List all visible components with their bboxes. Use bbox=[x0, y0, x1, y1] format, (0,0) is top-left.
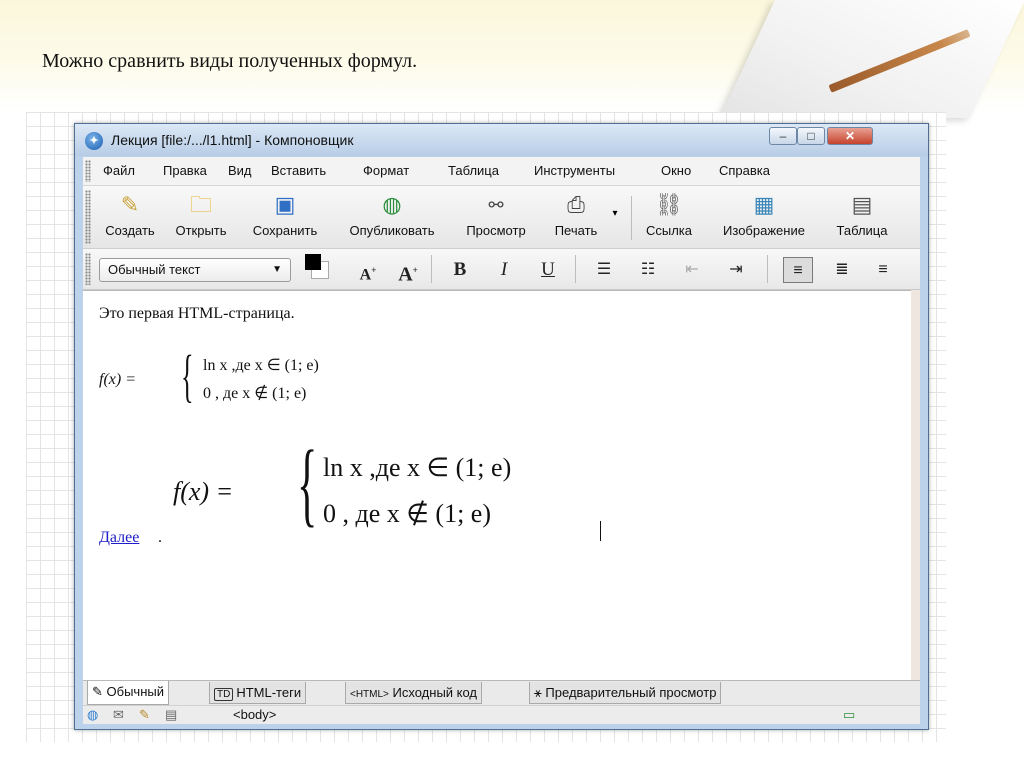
chevron-down-icon: ▼ bbox=[272, 264, 282, 275]
client-area: Файл Правка Вид Вставить Формат Таблица … bbox=[83, 157, 920, 724]
formula-case-1: ln x ,де x ∈ (1; e) bbox=[323, 453, 512, 482]
italic-button[interactable]: I bbox=[489, 257, 519, 283]
menu-table[interactable]: Таблица bbox=[448, 163, 499, 178]
formula-lhs: f(x) = bbox=[99, 371, 136, 388]
text-color-swatch[interactable] bbox=[305, 254, 321, 270]
tab-preview[interactable]: ⚹ Предварительный просмотр bbox=[529, 682, 722, 704]
format-separator bbox=[767, 255, 768, 283]
underline-button[interactable]: U bbox=[533, 257, 563, 283]
formula-case-1: ln x ,де x ∈ (1; e) bbox=[203, 357, 319, 374]
brace-icon: { bbox=[181, 343, 194, 408]
menubar-grip-icon[interactable] bbox=[85, 160, 91, 182]
save-button[interactable]: ▣ Сохранить bbox=[239, 190, 331, 246]
menu-format[interactable]: Формат bbox=[363, 163, 409, 178]
tab-normal[interactable]: ✎ Обычный bbox=[87, 681, 169, 705]
format-separator bbox=[575, 255, 576, 283]
tag-path[interactable]: <body> bbox=[233, 707, 276, 723]
open-button[interactable]: 🗀 Открыть bbox=[165, 190, 237, 246]
minimize-button[interactable]: – bbox=[769, 127, 797, 145]
formula-small: f(x) = { ln x ,де x ∈ (1; e) 0 , де x ∉ … bbox=[99, 343, 439, 419]
format-grip-icon[interactable] bbox=[85, 253, 91, 285]
formula-lhs: f(x) = bbox=[173, 477, 234, 506]
save-icon: ▣ bbox=[274, 192, 296, 217]
indent-icon[interactable]: ⇥ bbox=[721, 257, 751, 283]
formula-large: f(x) = { ln x ,де x ∈ (1; e) 0 , де x ∉ … bbox=[173, 437, 633, 551]
preview-button[interactable]: ⚯ Просмотр bbox=[453, 190, 539, 246]
tab-html-tags[interactable]: TD HTML-теги bbox=[209, 682, 307, 704]
menu-view[interactable]: Вид bbox=[228, 163, 252, 178]
folder-icon: 🗀 bbox=[189, 192, 212, 217]
bold-button[interactable]: B bbox=[445, 257, 475, 283]
html-tag-icon: <HTML> bbox=[350, 689, 389, 700]
image-button[interactable]: ▦ Изображение bbox=[703, 190, 825, 246]
next-link[interactable]: Далее bbox=[99, 529, 139, 547]
link-button[interactable]: ⛓ Ссылка bbox=[636, 190, 702, 246]
pencil-icon: ✎ bbox=[92, 684, 107, 699]
title-bar[interactable]: ✦ Лекция [file:/.../l1.html] - Компоновщ… bbox=[75, 124, 928, 156]
format-toolbar: Обычный текст ▼ A+ A+ B I U ☰ ☷ ⇤ ⇥ ≡ ≣ … bbox=[83, 249, 920, 290]
address-book-icon[interactable]: ▤ bbox=[165, 707, 177, 723]
align-right-icon[interactable]: ≡ bbox=[873, 257, 893, 283]
numbered-list-icon[interactable]: ☷ bbox=[633, 257, 663, 283]
printer-icon: ⎙ bbox=[567, 192, 585, 217]
td-tag-icon: TD bbox=[214, 688, 234, 701]
text-caret bbox=[600, 521, 601, 541]
vertical-scrollbar[interactable] bbox=[911, 290, 920, 680]
window-title: Лекция [file:/.../l1.html] - Компоновщик bbox=[111, 132, 354, 148]
toolbar-grip-icon[interactable] bbox=[85, 190, 91, 244]
table-icon: ▤ bbox=[851, 192, 873, 217]
menu-window[interactable]: Окно bbox=[661, 163, 691, 178]
brace-icon: { bbox=[297, 432, 318, 536]
menu-tools[interactable]: Инструменты bbox=[534, 163, 615, 178]
decrease-font-size-button[interactable]: A+ bbox=[353, 257, 383, 283]
preview-icon: ⚹ bbox=[534, 685, 546, 700]
mail-icon[interactable]: ✉ bbox=[113, 707, 124, 723]
new-button[interactable]: ✎ Создать bbox=[97, 190, 163, 246]
composition-toolbar: ✎ Создать 🗀 Открыть ▣ Сохранить ◍ Опубли… bbox=[83, 186, 920, 249]
maximize-button[interactable]: □ bbox=[797, 127, 825, 145]
align-center-icon[interactable]: ≣ bbox=[827, 257, 857, 283]
menu-file[interactable]: Файл bbox=[103, 163, 135, 178]
menu-edit[interactable]: Правка bbox=[163, 163, 207, 178]
slide-title: Можно сравнить виды полученных формул. bbox=[42, 50, 418, 72]
toolbar-separator bbox=[631, 196, 632, 240]
document-intro: Это первая HTML-страница. bbox=[99, 305, 295, 322]
image-icon: ▦ bbox=[753, 192, 775, 217]
print-button[interactable]: ⎙ Печать bbox=[543, 190, 609, 246]
publish-globe-icon: ◍ bbox=[382, 192, 402, 217]
edit-mode-tabs: ✎ Обычный TD HTML-теги <HTML> Исходный ко… bbox=[83, 680, 920, 705]
close-button[interactable]: ✕ bbox=[827, 127, 873, 145]
publish-button[interactable]: ◍ Опубликовать bbox=[333, 190, 451, 246]
outdent-icon[interactable]: ⇤ bbox=[677, 257, 707, 283]
formula-case-2: 0 , де x ∉ (1; e) bbox=[203, 385, 307, 402]
format-separator bbox=[431, 255, 432, 283]
menu-bar: Файл Правка Вид Вставить Формат Таблица … bbox=[83, 157, 920, 186]
app-logo-icon: ✦ bbox=[85, 132, 103, 150]
editor-area[interactable]: Это первая HTML-страница. f(x) = { ln x … bbox=[83, 290, 911, 681]
composer-icon[interactable]: ✎ bbox=[139, 707, 150, 723]
globe-icon[interactable]: ◍ bbox=[87, 707, 98, 723]
status-bar: ◍ ✉ ✎ ▤ <body> ▭ bbox=[83, 705, 920, 724]
paragraph-style-select[interactable]: Обычный текст ▼ bbox=[99, 258, 291, 282]
table-button[interactable]: ▤ Таблица bbox=[827, 190, 897, 246]
composer-window: ✦ Лекция [file:/.../l1.html] - Компоновщ… bbox=[74, 123, 929, 730]
menu-help[interactable]: Справка bbox=[719, 163, 770, 178]
bullet-list-icon[interactable]: ☰ bbox=[589, 257, 619, 283]
online-status-icon[interactable]: ▭ bbox=[843, 707, 855, 723]
align-left-icon[interactable]: ≡ bbox=[783, 257, 813, 283]
link-chain-icon: ⛓ bbox=[655, 192, 683, 217]
glasses-icon: ⚯ bbox=[488, 195, 504, 215]
tab-source[interactable]: <HTML> Исходный код bbox=[345, 682, 483, 704]
new-page-icon: ✎ bbox=[120, 192, 140, 217]
increase-font-size-button[interactable]: A+ bbox=[393, 257, 423, 286]
formula-case-2: 0 , де x ∉ (1; e) bbox=[323, 499, 491, 528]
link-suffix: . bbox=[158, 529, 162, 546]
menu-insert[interactable]: Вставить bbox=[271, 163, 326, 178]
